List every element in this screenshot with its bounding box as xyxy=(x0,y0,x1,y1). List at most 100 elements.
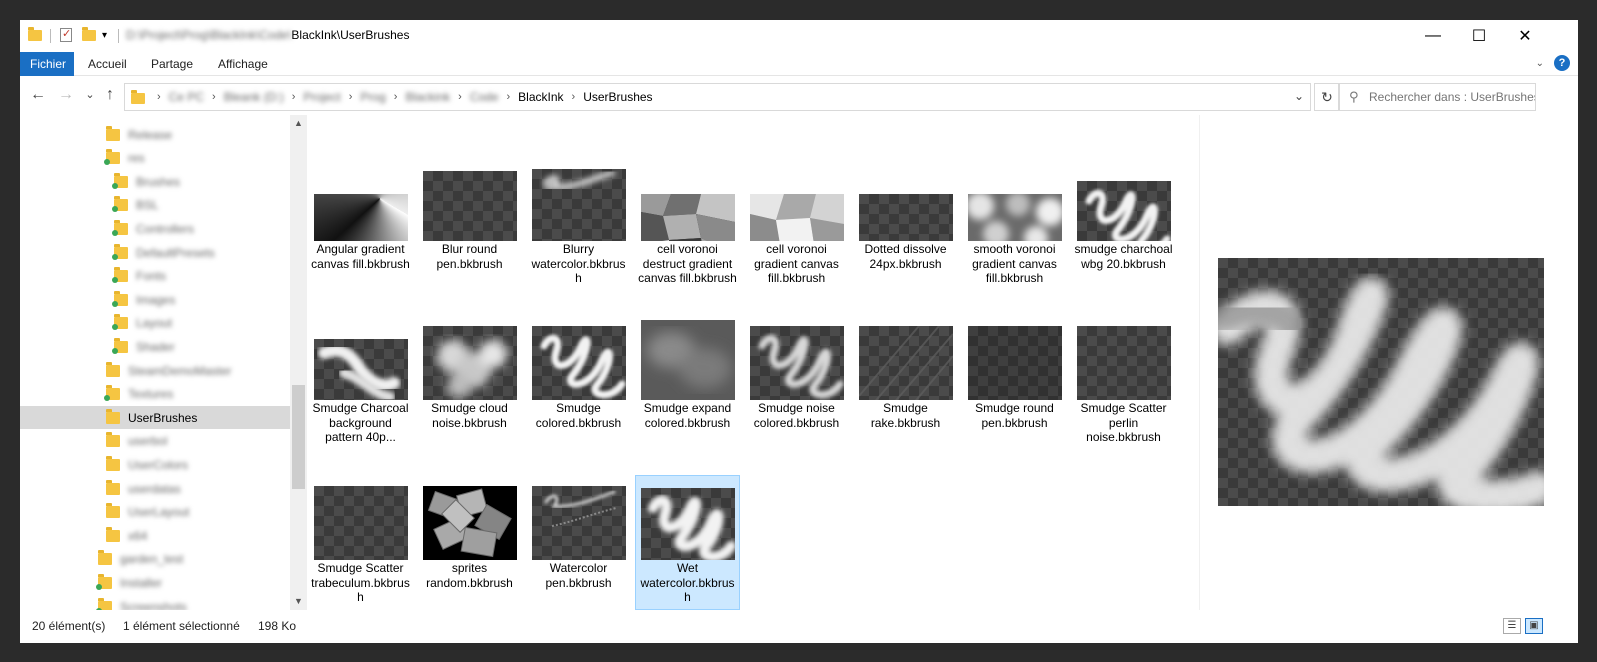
file-item[interactable]: Blurry watercolor.bkbrush xyxy=(527,157,630,290)
tree-item[interactable]: Shader xyxy=(20,335,290,358)
tab-accueil[interactable]: Accueil xyxy=(78,52,137,76)
file-thumbnail xyxy=(313,339,408,400)
scroll-down-button[interactable]: ▼ xyxy=(290,593,307,610)
breadcrumb-item[interactable]: Code xyxy=(466,90,503,104)
tree-item-label: garden_test xyxy=(120,552,184,567)
file-item[interactable]: Smudge cloud noise.bkbrush xyxy=(418,316,521,434)
recent-locations-button[interactable]: ⌄ xyxy=(80,85,100,105)
new-folder-icon[interactable] xyxy=(82,27,96,42)
close-button[interactable]: ✕ xyxy=(1502,20,1548,52)
thumbnail-frame xyxy=(309,161,412,241)
tree-item[interactable]: BSL xyxy=(20,194,290,217)
customize-toolbar-icon[interactable]: ▾ xyxy=(102,30,116,44)
up-button[interactable]: ↑ xyxy=(100,85,120,105)
tree-item[interactable]: UserColors xyxy=(20,453,290,476)
tree-item-label: res xyxy=(128,151,145,166)
breadcrumb-item-blackink[interactable]: BlackInk xyxy=(514,90,567,104)
file-item[interactable]: Smudge rake.bkbrush xyxy=(854,316,957,434)
help-icon[interactable]: ? xyxy=(1554,55,1570,71)
file-item[interactable]: Smudge round pen.bkbrush xyxy=(963,316,1066,434)
folder-icon xyxy=(112,267,128,284)
scroll-up-button[interactable]: ▲ xyxy=(290,115,307,132)
tree-item[interactable]: res xyxy=(20,147,290,170)
folder-icon xyxy=(112,314,128,331)
address-dropdown-button[interactable]: ⌄ xyxy=(1294,89,1304,103)
refresh-button[interactable]: ↻ xyxy=(1314,83,1340,111)
thumbnail-frame xyxy=(418,320,521,400)
file-item[interactable]: Wet watercolor.bkbrush xyxy=(635,475,740,610)
file-item[interactable]: Dotted dissolve 24px.bkbrush xyxy=(854,157,957,275)
properties-icon[interactable] xyxy=(60,27,74,42)
back-button[interactable]: ← xyxy=(28,85,48,105)
folder-icon xyxy=(28,27,42,42)
file-thumbnail xyxy=(1076,181,1171,241)
tree-item[interactable]: DefaultPresets xyxy=(20,241,290,264)
tab-fichier[interactable]: Fichier xyxy=(20,52,74,76)
tree-item[interactable]: Controllers xyxy=(20,217,290,240)
file-item[interactable]: Watercolor pen.bkbrush xyxy=(527,476,630,594)
search-box[interactable]: ⚲ xyxy=(1338,83,1536,111)
scrollbar-thumb[interactable] xyxy=(292,385,305,489)
navigation-pane-scrollbar[interactable]: ▲ ▼ xyxy=(290,115,307,610)
tree-item[interactable]: Installer xyxy=(20,571,290,594)
file-item[interactable]: Smudge Charcoal background pattern 40p..… xyxy=(309,316,412,449)
file-item[interactable]: cell voronoi destruct gradient canvas fi… xyxy=(636,157,739,290)
tree-item[interactable]: Fonts xyxy=(20,265,290,288)
maximize-button[interactable]: ☐ xyxy=(1456,20,1502,52)
ribbon-expand-icon[interactable]: ⌄ xyxy=(1536,58,1544,69)
forward-button[interactable]: → xyxy=(56,85,76,105)
file-name: Smudge Scatter perlin noise.bkbrush xyxy=(1080,401,1167,444)
tree-item[interactable]: Release xyxy=(20,123,290,146)
file-item[interactable]: Angular gradient canvas fill.bkbrush xyxy=(309,157,412,275)
breadcrumb-item[interactable]: Bleank (D:) xyxy=(220,90,288,104)
file-item[interactable]: sprites random.bkbrush xyxy=(418,476,521,594)
breadcrumb-item-userbrushes[interactable]: UserBrushes xyxy=(579,90,656,104)
folder-icon xyxy=(112,219,128,236)
file-item[interactable]: Smudge noise colored.bkbrush xyxy=(745,316,848,434)
minimize-button[interactable]: — xyxy=(1410,20,1456,52)
breadcrumb-item[interactable]: Project xyxy=(299,90,344,104)
tree-item[interactable]: SteamDemoMaster xyxy=(20,359,290,382)
tree-item[interactable]: Textures xyxy=(20,383,290,406)
file-item[interactable]: Smudge expand colored.bkbrush xyxy=(636,316,739,434)
breadcrumb-item[interactable]: Blackink xyxy=(401,90,454,104)
file-thumbnail xyxy=(422,171,517,241)
tree-item[interactable]: Images xyxy=(20,288,290,311)
window-title: D:\Project\Prog\BlackInk\Code\BlackInk\U… xyxy=(126,28,409,42)
breadcrumb-separator: › xyxy=(393,91,398,103)
file-item[interactable]: smudge charchoal wbg 20.bkbrush xyxy=(1072,157,1175,275)
folder-icon xyxy=(106,479,120,495)
file-item[interactable]: smooth voronoi gradient canvas fill.bkbr… xyxy=(963,157,1066,290)
tree-item[interactable]: Brushes xyxy=(20,170,290,193)
tree-item[interactable]: x64 xyxy=(20,524,290,547)
search-input[interactable] xyxy=(1369,88,1535,106)
tree-item[interactable]: Layout xyxy=(20,312,290,335)
breadcrumb-item[interactable]: Prog xyxy=(356,90,389,104)
tree-item[interactable]: userbol xyxy=(20,430,290,453)
tree-item[interactable]: garden_test xyxy=(20,548,290,571)
tree-item[interactable]: Screenshots xyxy=(20,595,290,610)
thumbnail-frame xyxy=(309,480,412,560)
file-item[interactable]: Smudge Scatter perlin noise.bkbrush xyxy=(1072,316,1175,449)
tab-partage[interactable]: Partage xyxy=(141,52,203,76)
address-bar[interactable]: › Ce PC › Bleank (D:) › Project › Prog ›… xyxy=(124,83,1311,111)
tab-affichage[interactable]: Affichage xyxy=(208,52,278,76)
tree-item-label: Fonts xyxy=(136,269,167,284)
tree-item[interactable]: UserBrushes xyxy=(20,406,290,430)
file-name: Dotted dissolve 24px.bkbrush xyxy=(864,242,947,271)
brush-preview-image xyxy=(1218,258,1544,506)
file-name: Smudge cloud noise.bkbrush xyxy=(431,401,508,430)
file-item[interactable]: Blur round pen.bkbrush xyxy=(418,157,521,275)
file-item[interactable]: cell voronoi gradient canvas fill.bkbrus… xyxy=(745,157,848,290)
breadcrumb-separator: › xyxy=(506,91,511,103)
breadcrumb-item[interactable]: Ce PC xyxy=(165,90,208,104)
file-item[interactable]: Smudge colored.bkbrush xyxy=(527,316,630,434)
tree-item[interactable]: userdatas xyxy=(20,477,290,500)
file-item[interactable]: Smudge Scatter trabeculum.bkbrush xyxy=(309,476,412,609)
file-name: smooth voronoi gradient canvas fill.bkbr… xyxy=(972,242,1057,285)
details-view-button[interactable]: ☰ xyxy=(1503,618,1521,634)
breadcrumb: › Ce PC › Bleank (D:) › Project › Prog ›… xyxy=(153,84,657,110)
tree-item-label: Installer xyxy=(120,575,163,590)
tree-item[interactable]: UserLayout xyxy=(20,501,290,524)
large-icons-view-button[interactable]: ▣ xyxy=(1525,618,1543,634)
